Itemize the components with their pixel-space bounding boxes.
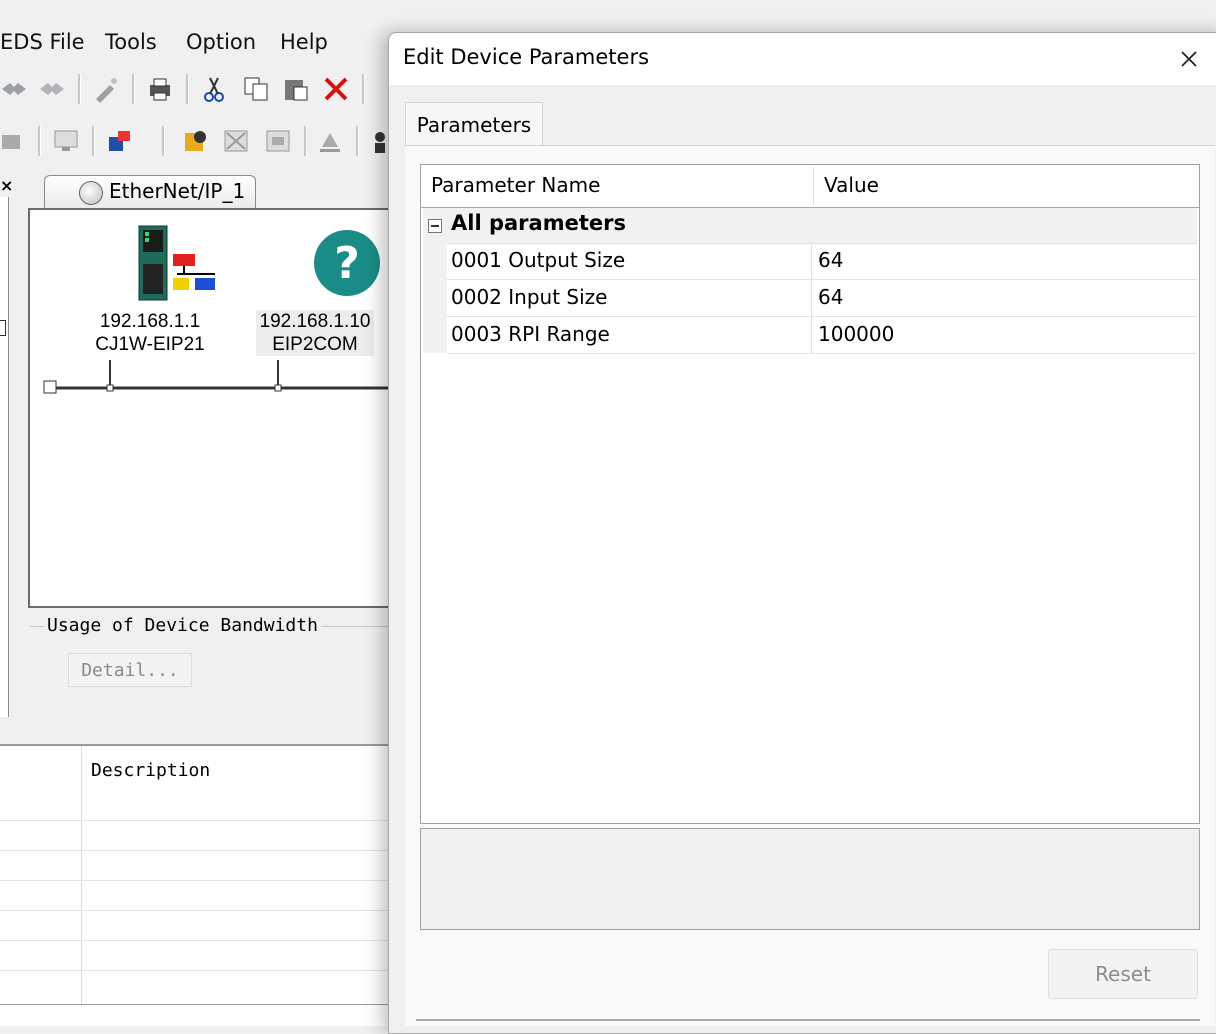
table-row[interactable]: 0003 RPI Range 100000 xyxy=(447,317,1197,354)
device-disabled-icon[interactable] xyxy=(222,127,250,155)
delete-icon[interactable] xyxy=(322,75,350,103)
table-row[interactable]: 0002 Input Size 64 xyxy=(447,280,1197,317)
column-header-parameter-name[interactable]: Parameter Name xyxy=(431,173,600,197)
question-icon[interactable]: ? xyxy=(312,228,382,298)
disconnect-icon[interactable] xyxy=(38,75,66,103)
device-property-icon[interactable] xyxy=(182,127,210,155)
network-bus-line xyxy=(43,360,390,394)
column-separator xyxy=(81,746,82,1006)
table-row-line xyxy=(0,970,390,971)
table-row-line xyxy=(0,910,390,911)
online-network-icon[interactable] xyxy=(106,127,134,155)
plc-device-icon[interactable] xyxy=(137,224,219,304)
toolbar-separator xyxy=(362,74,365,104)
table-row[interactable]: 0001 Output Size 64 xyxy=(447,243,1197,280)
table-row-line xyxy=(0,820,390,821)
panel-close-marker[interactable]: × xyxy=(0,176,13,195)
svg-text:?: ? xyxy=(334,238,360,289)
output-panel: Description xyxy=(0,744,390,1026)
parameter-name: 0002 Input Size xyxy=(451,285,608,309)
parameter-name: 0003 RPI Range xyxy=(451,322,610,346)
menu-option[interactable]: Option xyxy=(186,30,256,54)
parameter-value[interactable]: 64 xyxy=(818,285,843,309)
parameter-grid: Parameter Name Value All parameters 0001… xyxy=(420,164,1200,824)
device-1-ip: 192.168.1.1 xyxy=(99,311,201,332)
description-column-header[interactable]: Description xyxy=(91,760,210,781)
cell-separator xyxy=(811,243,812,279)
toolbar-network xyxy=(0,118,400,164)
monitor-icon[interactable] xyxy=(52,127,80,155)
device-2-ip: 192.168.1.10 xyxy=(259,311,371,332)
close-icon xyxy=(1181,51,1197,67)
toolbar-separator xyxy=(186,74,189,104)
toolbar-separator xyxy=(38,126,41,156)
transfer-icon[interactable] xyxy=(316,127,344,155)
parameter-value[interactable]: 64 xyxy=(818,248,843,272)
paste-icon[interactable] xyxy=(282,75,310,103)
left-panel-handle[interactable] xyxy=(0,320,6,336)
collapse-icon[interactable] xyxy=(428,219,442,233)
table-row-line xyxy=(0,880,390,881)
toolbar-separator xyxy=(132,74,135,104)
bandwidth-group-label: Usage of Device Bandwidth xyxy=(44,615,321,636)
parameter-value[interactable]: 100000 xyxy=(818,322,894,346)
dialog-title-bar[interactable]: Edit Device Parameters xyxy=(389,33,1216,85)
device-view-icon[interactable] xyxy=(264,127,292,155)
parameter-name: 0001 Output Size xyxy=(451,248,626,272)
reset-button[interactable]: Reset xyxy=(1048,949,1198,999)
group-label: All parameters xyxy=(451,211,626,235)
dialog-title: Edit Device Parameters xyxy=(403,45,650,69)
cell-separator xyxy=(811,317,812,353)
tab-parameters[interactable]: Parameters xyxy=(405,102,543,147)
table-bottom-line xyxy=(0,1004,390,1005)
dialog-bottom-divider xyxy=(416,1019,1200,1021)
detail-button[interactable]: Detail... xyxy=(68,653,192,687)
parameter-description-box xyxy=(420,828,1200,930)
cell-separator xyxy=(811,280,812,316)
network-config-icon[interactable] xyxy=(0,127,28,155)
grid-header: Parameter Name Value xyxy=(421,165,1199,208)
table-row-line xyxy=(0,940,390,941)
network-canvas[interactable]: ? 192.168.1.1 CJ1W-EIP21 192.168.1.10 EI… xyxy=(28,208,390,608)
cut-icon[interactable] xyxy=(200,75,228,103)
menu-eds-file[interactable]: EDS File xyxy=(0,30,85,54)
header-separator xyxy=(813,167,814,205)
toolbar-separator xyxy=(304,126,307,156)
network-tab-label: EtherNet/IP_1 xyxy=(109,179,246,203)
globe-icon xyxy=(79,181,103,205)
toolbar-separator xyxy=(92,126,95,156)
toolbar-separator xyxy=(162,126,165,156)
grid-indent-gutter xyxy=(423,243,447,353)
table-row-line xyxy=(0,850,390,851)
toolbar-separator xyxy=(78,74,81,104)
connect-icon[interactable] xyxy=(0,75,28,103)
toolbar-separator xyxy=(356,126,359,156)
menu-help[interactable]: Help xyxy=(280,30,328,54)
left-panel-edge xyxy=(0,197,9,717)
menu-tools[interactable]: Tools xyxy=(105,30,157,54)
copy-icon[interactable] xyxy=(242,75,270,103)
print-icon[interactable] xyxy=(146,75,174,103)
wand-icon[interactable] xyxy=(92,75,120,103)
toolbar-main xyxy=(0,66,400,112)
tab-ethernet-ip[interactable]: EtherNet/IP_1 xyxy=(44,175,256,210)
column-header-value[interactable]: Value xyxy=(824,173,879,197)
close-button[interactable] xyxy=(1169,43,1209,75)
parameter-group-row[interactable]: All parameters xyxy=(423,208,1197,244)
